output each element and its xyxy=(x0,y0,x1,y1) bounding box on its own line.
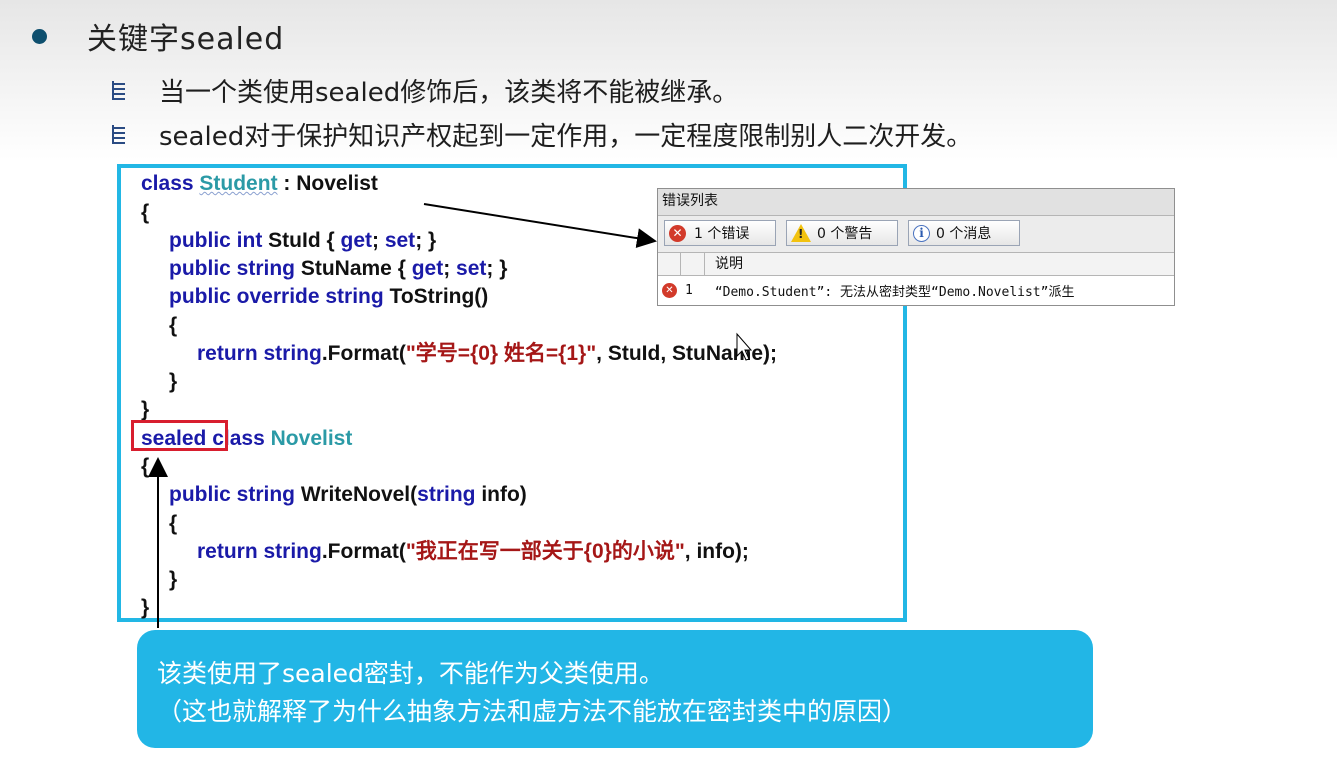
callout-box: 该类使用了sealed密封，不能作为父类使用。 （这也就解释了为什么抽象方法和虚… xyxy=(137,630,1093,748)
mouse-cursor-icon xyxy=(736,332,753,361)
callout-line-1: 该类使用了sealed密封，不能作为父类使用。 xyxy=(157,659,664,688)
callout-line-2: （这也就解释了为什么抽象方法和虚方法不能放在密封类中的原因） xyxy=(157,697,908,726)
arrow-to-error-list xyxy=(423,203,657,249)
